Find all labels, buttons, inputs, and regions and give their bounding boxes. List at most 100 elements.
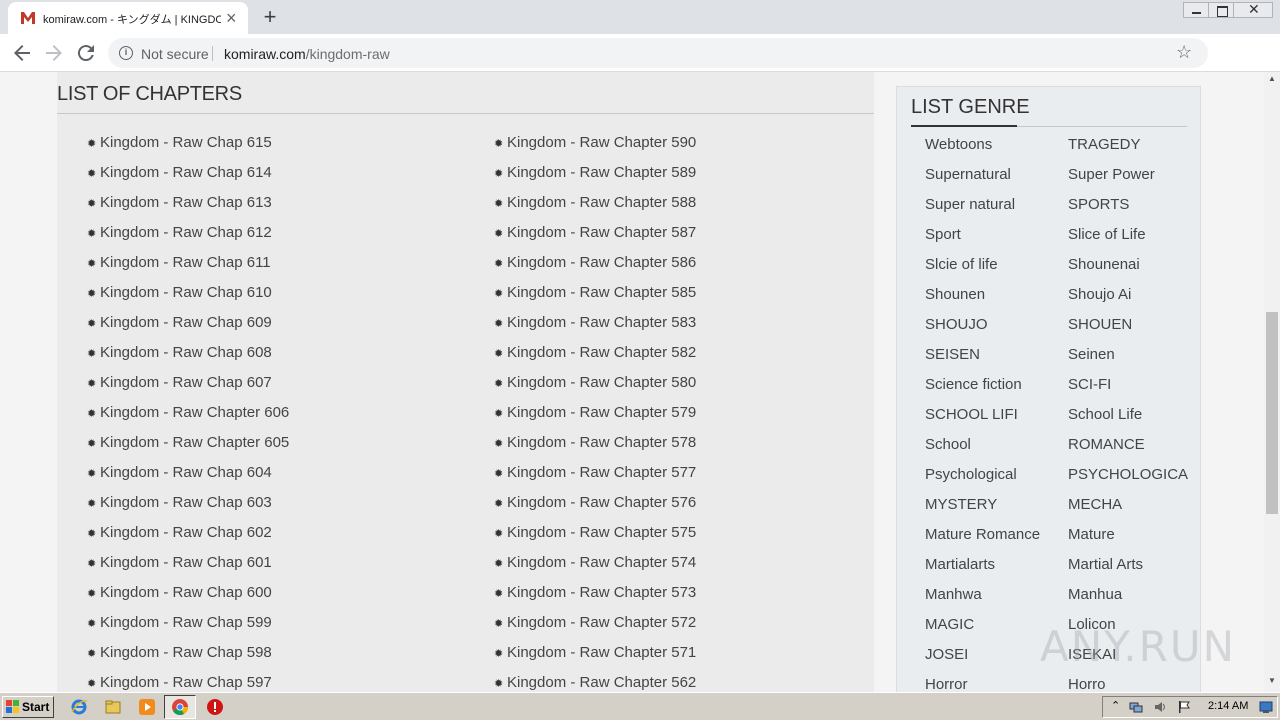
browser-tab[interactable]: komiraw.com - キングダム | KINGDOM × [8, 2, 248, 34]
taskbar-chrome-button[interactable] [164, 695, 196, 719]
genre-link[interactable]: Science fiction [925, 371, 1040, 401]
genre-link[interactable]: Mature Romance [925, 521, 1040, 551]
genre-link[interactable]: Manhwa [925, 581, 1040, 611]
chapter-link[interactable]: ✹ Kingdom - Raw Chapter 572 [494, 608, 696, 638]
genre-link[interactable]: MAGIC [925, 611, 1040, 641]
genre-link[interactable]: School [925, 431, 1040, 461]
chapter-link[interactable]: ✹ Kingdom - Raw Chapter 590 [494, 128, 696, 158]
window-restore-button[interactable] [1208, 2, 1234, 18]
chapter-link[interactable]: ✹ Kingdom - Raw Chapter 585 [494, 278, 696, 308]
chapter-link[interactable]: ✹ Kingdom - Raw Chap 600 [87, 578, 289, 608]
genre-link[interactable]: School Life [1068, 401, 1188, 431]
scrollbar-thumb[interactable] [1266, 312, 1278, 514]
genre-link[interactable]: Slcie of life [925, 251, 1040, 281]
chapter-link[interactable]: ✹ Kingdom - Raw Chap 614 [87, 158, 289, 188]
genre-link[interactable]: Slice of Life [1068, 221, 1188, 251]
genre-link[interactable]: Super natural [925, 191, 1040, 221]
chapter-link[interactable]: ✹ Kingdom - Raw Chapter 562 [494, 668, 696, 692]
genre-link[interactable]: Super Power [1068, 161, 1188, 191]
chapter-link[interactable]: ✹ Kingdom - Raw Chap 612 [87, 218, 289, 248]
genre-link[interactable]: Shounenai [1068, 251, 1188, 281]
chapter-link[interactable]: ✹ Kingdom - Raw Chapter 571 [494, 638, 696, 668]
security-label[interactable]: Not secure [141, 46, 209, 62]
forward-arrow-icon[interactable] [42, 41, 66, 65]
chapter-link[interactable]: ✹ Kingdom - Raw Chap 613 [87, 188, 289, 218]
genre-link[interactable]: SCHOOL LIFI [925, 401, 1040, 431]
show-desktop-icon[interactable] [1259, 700, 1273, 714]
back-arrow-icon[interactable] [10, 41, 34, 65]
genre-link[interactable]: SEISEN [925, 341, 1040, 371]
chapter-link[interactable]: ✹ Kingdom - Raw Chapter 575 [494, 518, 696, 548]
chapter-link[interactable]: ✹ Kingdom - Raw Chapter 573 [494, 578, 696, 608]
genre-link[interactable]: Supernatural [925, 161, 1040, 191]
chapter-link[interactable]: ✹ Kingdom - Raw Chapter 588 [494, 188, 696, 218]
genre-link[interactable]: Horror [925, 671, 1040, 692]
chapter-link[interactable]: ✹ Kingdom - Raw Chapter 579 [494, 398, 696, 428]
chapter-link[interactable]: ✹ Kingdom - Raw Chapter 574 [494, 548, 696, 578]
vertical-scrollbar[interactable]: ▲ ▼ [1264, 72, 1280, 692]
chapter-link[interactable]: ✹ Kingdom - Raw Chapter 605 [87, 428, 289, 458]
genre-link[interactable]: Shounen [925, 281, 1040, 311]
chapter-link[interactable]: ✹ Kingdom - Raw Chapter 587 [494, 218, 696, 248]
genre-link[interactable]: SPORTS [1068, 191, 1188, 221]
chapter-link[interactable]: ✹ Kingdom - Raw Chapter 582 [494, 338, 696, 368]
chapter-link[interactable]: ✹ Kingdom - Raw Chap 609 [87, 308, 289, 338]
star-icon[interactable]: ☆ [1176, 42, 1192, 63]
chapter-link[interactable]: ✹ Kingdom - Raw Chap 607 [87, 368, 289, 398]
chapter-link[interactable]: ✹ Kingdom - Raw Chap 610 [87, 278, 289, 308]
genre-link[interactable]: Martialarts [925, 551, 1040, 581]
chapter-link[interactable]: ✹ Kingdom - Raw Chapter 589 [494, 158, 696, 188]
chapter-link[interactable]: ✹ Kingdom - Raw Chap 611 [87, 248, 289, 278]
chapter-link[interactable]: ✹ Kingdom - Raw Chap 599 [87, 608, 289, 638]
genre-link[interactable]: Mature [1068, 521, 1188, 551]
chapter-link[interactable]: ✹ Kingdom - Raw Chapter 586 [494, 248, 696, 278]
start-button[interactable]: Start [2, 696, 54, 718]
genre-link[interactable]: MECHA [1068, 491, 1188, 521]
chapter-link[interactable]: ✹ Kingdom - Raw Chapter 583 [494, 308, 696, 338]
genre-link[interactable]: TRAGEDY [1068, 131, 1188, 161]
new-tab-button[interactable]: + [258, 4, 282, 30]
genre-link[interactable]: Psychological [925, 461, 1040, 491]
genre-link[interactable]: SCI-FI [1068, 371, 1188, 401]
chapter-link[interactable]: ✹ Kingdom - Raw Chap 601 [87, 548, 289, 578]
chapter-link[interactable]: ✹ Kingdom - Raw Chapter 580 [494, 368, 696, 398]
scroll-down-icon[interactable]: ▼ [1264, 676, 1280, 688]
info-icon[interactable]: i [119, 46, 133, 60]
scroll-up-icon[interactable]: ▲ [1264, 74, 1280, 86]
chapter-link[interactable]: ✹ Kingdom - Raw Chap 598 [87, 638, 289, 668]
genre-link[interactable]: ROMANCE [1068, 431, 1188, 461]
chapter-link[interactable]: ✹ Kingdom - Raw Chap 602 [87, 518, 289, 548]
media-player-icon[interactable] [138, 698, 156, 716]
genre-link[interactable]: Webtoons [925, 131, 1040, 161]
genre-link[interactable]: Shoujo Ai [1068, 281, 1188, 311]
chapter-link[interactable]: ✹ Kingdom - Raw Chap 604 [87, 458, 289, 488]
url-text[interactable]: komiraw.com/kingdom-raw [224, 46, 390, 62]
tab-close-icon[interactable]: × [226, 9, 237, 27]
window-close-button[interactable]: ✕ [1233, 1, 1273, 18]
stop-sign-icon[interactable] [206, 698, 224, 716]
reload-icon[interactable] [74, 41, 98, 65]
internet-explorer-icon[interactable] [70, 698, 88, 716]
genre-link[interactable]: Martial Arts [1068, 551, 1188, 581]
window-minimize-button[interactable] [1183, 2, 1209, 18]
chapter-link[interactable]: ✹ Kingdom - Raw Chapter 576 [494, 488, 696, 518]
network-icon[interactable] [1129, 700, 1143, 714]
volume-icon[interactable] [1153, 700, 1167, 714]
genre-link[interactable]: MYSTERY [925, 491, 1040, 521]
chapter-link[interactable]: ✹ Kingdom - Raw Chap 603 [87, 488, 289, 518]
chapter-link[interactable]: ✹ Kingdom - Raw Chap 608 [87, 338, 289, 368]
genre-link[interactable]: JOSEI [925, 641, 1040, 671]
tray-expand-icon[interactable]: ⌃ [1111, 699, 1120, 712]
genre-link[interactable]: Sport [925, 221, 1040, 251]
genre-link[interactable]: PSYCHOLOGICA [1068, 461, 1188, 491]
chapter-link[interactable]: ✹ Kingdom - Raw Chapter 578 [494, 428, 696, 458]
genre-link[interactable]: Seinen [1068, 341, 1188, 371]
address-bar[interactable]: i Not secure komiraw.com/kingdom-raw ☆ [108, 38, 1208, 68]
action-center-flag-icon[interactable] [1177, 700, 1191, 714]
chapter-link[interactable]: ✹ Kingdom - Raw Chapter 577 [494, 458, 696, 488]
genre-link[interactable]: Manhua [1068, 581, 1188, 611]
genre-link[interactable]: SHOUJO [925, 311, 1040, 341]
clock[interactable]: 2:14 AM [1208, 700, 1248, 712]
chapter-link[interactable]: ✹ Kingdom - Raw Chap 615 [87, 128, 289, 158]
genre-link[interactable]: SHOUEN [1068, 311, 1188, 341]
